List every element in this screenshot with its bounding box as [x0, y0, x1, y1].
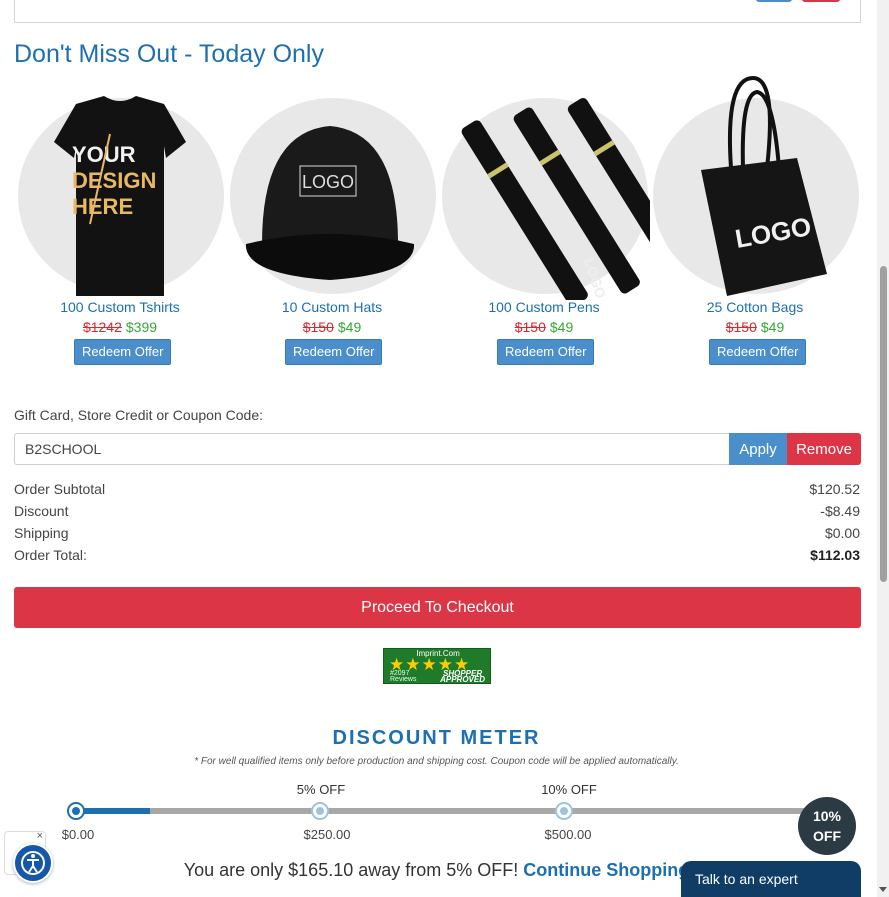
old-price: $150	[514, 319, 546, 335]
meter-progress-fill	[76, 808, 150, 814]
discount-row: Discount -$8.49	[14, 501, 860, 523]
final-tier-line-1: 10%	[812, 808, 842, 824]
offer-prices: $1242 $399	[14, 319, 226, 335]
scrollbar-thumb[interactable]	[880, 266, 887, 582]
shipping-value: $0.00	[824, 525, 860, 541]
meter-tier-0-knob	[67, 802, 85, 820]
badge-reviews: #2097 Reviews	[390, 670, 417, 683]
coupon-row: Apply Remove	[14, 433, 861, 465]
meter-tier-0-amount: $0.00	[61, 827, 95, 842]
subtotal-value: $120.52	[809, 481, 860, 497]
shipping-label: Shipping	[14, 525, 69, 541]
discount-meter-title: DISCOUNT METER	[332, 727, 541, 749]
away-message-text: You are only $165.10 away from 5% OFF!	[183, 860, 519, 880]
meter-final-tier-badge: 10% OFF	[798, 797, 856, 855]
scrollbar[interactable]	[877, 0, 889, 897]
order-total-label: Order Total:	[14, 547, 87, 563]
new-price: $49	[549, 319, 574, 335]
accessibility-button[interactable]	[13, 843, 53, 883]
offer-prices: $150 $49	[649, 319, 861, 335]
discount-label: Discount	[14, 503, 69, 519]
meter-tier-2-amount: $500.00	[544, 827, 592, 842]
reviews-label: Reviews	[390, 676, 417, 683]
offer-prices: $150 $49	[438, 319, 650, 335]
apply-coupon-button[interactable]: Apply	[729, 433, 787, 465]
meter-tier-1-amount: $250.00	[303, 827, 351, 842]
accessibility-icon	[21, 851, 45, 875]
previous-card	[14, 0, 861, 23]
coupon-code-input[interactable]	[14, 433, 729, 465]
hat-image[interactable]: LOGO	[226, 74, 438, 300]
scroll-down-arrow-icon[interactable]	[879, 887, 887, 892]
final-tier-line-2: OFF	[813, 828, 841, 844]
order-totals: Order Subtotal $120.52 Discount -$8.49 S…	[14, 479, 860, 567]
old-price: $150	[725, 319, 757, 335]
old-price: $1242	[82, 319, 122, 335]
bag-image[interactable]: LOGO	[649, 74, 861, 300]
redeem-offer-button[interactable]: Redeem Offer	[74, 339, 172, 365]
order-total-value: $112.03	[810, 547, 860, 563]
discount-meter-note: * For well qualified items only before p…	[194, 756, 679, 767]
redeem-offer-button[interactable]: Redeem Offer	[497, 339, 595, 365]
order-total-row: Order Total: $112.03	[14, 545, 860, 567]
new-price: $49	[760, 319, 785, 335]
hat-logo-text: LOGO	[302, 172, 354, 192]
badge-approved: SHOPPER APPROVED	[440, 670, 485, 684]
new-price: $399	[125, 319, 158, 335]
offer-name[interactable]: 25 Cotton Bags	[649, 299, 861, 315]
offer-name[interactable]: 100 Custom Tshirts	[14, 299, 226, 315]
offer-name[interactable]: 100 Custom Pens	[438, 299, 650, 315]
section-title: Don't Miss Out - Today Only	[14, 40, 324, 68]
meter-tier-1-discount: 5% OFF	[296, 782, 346, 797]
shipping-row: Shipping $0.00	[14, 523, 860, 545]
proceed-to-checkout-button[interactable]: Proceed To Checkout	[14, 587, 861, 628]
pens-image[interactable]: LOGO	[438, 74, 650, 300]
redeem-offer-button[interactable]: Redeem Offer	[285, 339, 383, 365]
tshirt-image[interactable]: YOUR DESIGN HERE	[14, 74, 226, 300]
redeem-offer-button[interactable]: Redeem Offer	[709, 339, 807, 365]
offer-prices: $150 $49	[226, 319, 438, 335]
meter-tier-1-knob	[311, 802, 329, 820]
tshirt-art-line-3: HERE	[72, 194, 133, 219]
new-price: $49	[337, 319, 362, 335]
delete-button[interactable]	[802, 0, 840, 2]
subtotal-label: Order Subtotal	[14, 481, 106, 497]
offer-name[interactable]: 10 Custom Hats	[226, 299, 438, 315]
remove-coupon-button[interactable]: Remove	[787, 433, 861, 465]
close-icon[interactable]: ×	[37, 830, 43, 842]
old-price: $150	[302, 319, 334, 335]
subtotal-row: Order Subtotal $120.52	[14, 479, 860, 501]
approved-bottom: APPROVED	[440, 675, 485, 684]
shopper-approved-badge[interactable]: Imprint.Com ★★★★★ #2097 Reviews SHOPPER …	[383, 648, 491, 684]
continue-shopping-link[interactable]: Continue Shopping	[523, 860, 689, 880]
meter-tier-2-discount: 10% OFF	[541, 782, 597, 797]
offer-list: YOUR DESIGN HERE 100 Custom Tshirts $124…	[14, 74, 861, 374]
discount-meter: $0.00 5% OFF $250.00 10% OFF $500.00 10%…	[0, 780, 889, 855]
tshirt-art-line-2: DESIGN	[72, 168, 156, 193]
coupon-label: Gift Card, Store Credit or Coupon Code:	[14, 407, 264, 423]
talk-to-expert-tab[interactable]: Talk to an expert	[681, 861, 861, 897]
meter-track	[76, 808, 828, 814]
discount-value: -$8.49	[820, 503, 860, 519]
edit-button[interactable]	[756, 0, 792, 2]
meter-tier-2-knob	[555, 802, 573, 820]
